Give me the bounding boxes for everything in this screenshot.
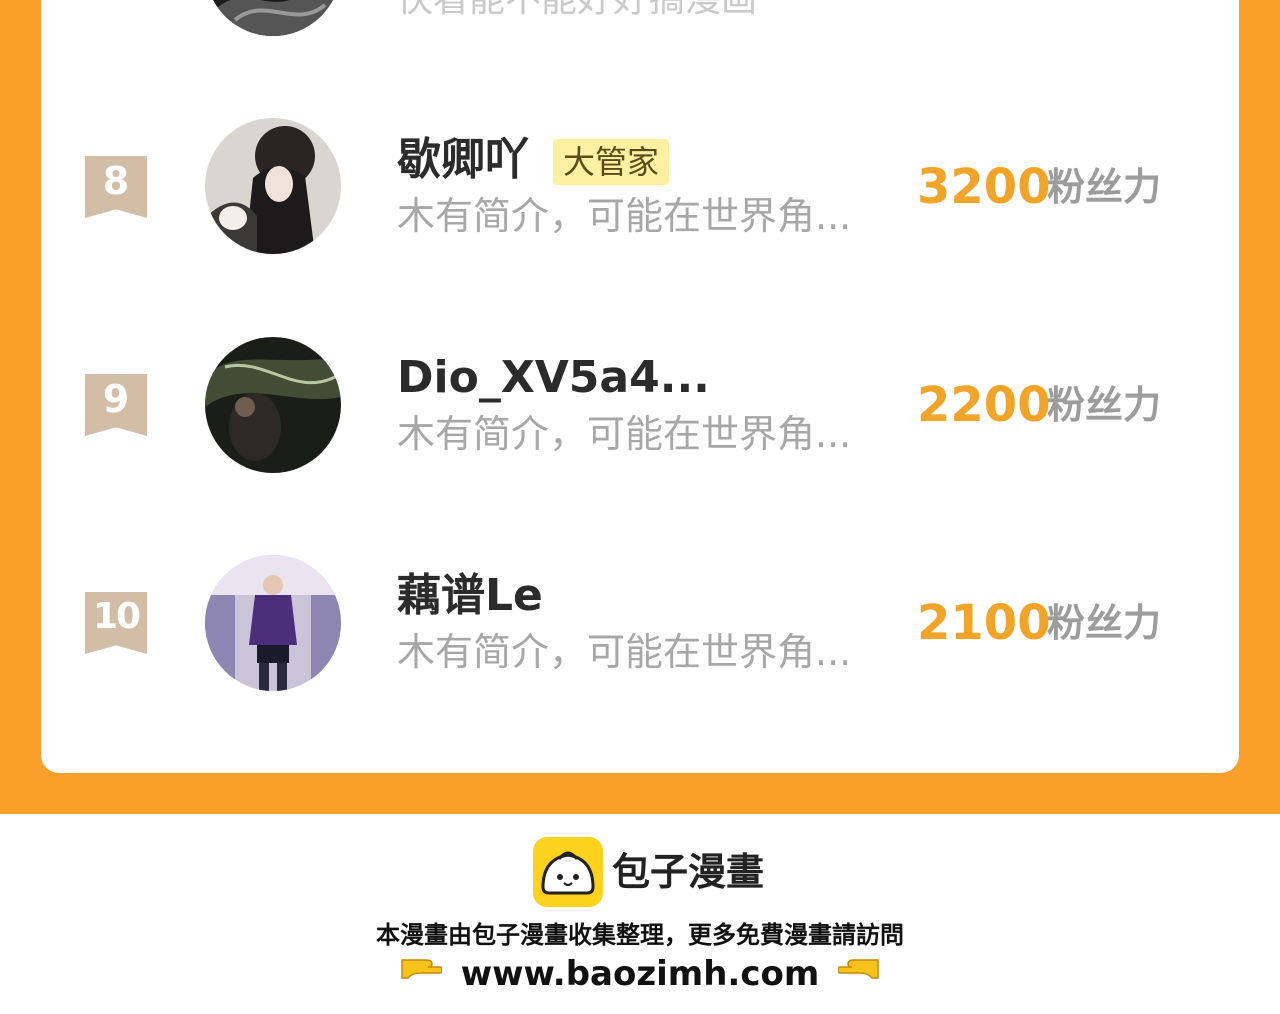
pointing-right-hand-icon	[400, 950, 443, 998]
user-desc: 木有简介，可能在世界角...	[397, 194, 852, 238]
avatar[interactable]	[205, 555, 341, 691]
footer-brand: 包子漫畫	[612, 850, 765, 894]
fan-score-unit: 粉丝力	[1047, 383, 1162, 427]
user-name[interactable]: Dio_XV5a4...	[397, 352, 710, 404]
rank-ribbon: 8	[85, 156, 147, 218]
user-desc: 木有简介，可能在世界角...	[397, 630, 852, 674]
fan-score: 2100	[917, 595, 1051, 651]
fan-score: 2200	[917, 377, 1051, 433]
role-badge: 大管家	[553, 139, 670, 185]
fan-score-unit: 粉丝力	[1047, 165, 1162, 209]
fan-score: 3200	[917, 159, 1051, 215]
footer-url-row: www.baozimh.com	[0, 950, 1280, 996]
footer-note: 本漫畫由包子漫畫收集整理，更多免費漫畫請訪問	[376, 921, 904, 949]
avatar[interactable]	[205, 118, 341, 254]
avatar[interactable]	[205, 337, 341, 473]
user-name[interactable]: 藕谱Le	[397, 570, 543, 622]
rank-ribbon: 9	[85, 374, 147, 436]
fan-score-unit: 粉丝力	[1047, 601, 1162, 645]
user-name[interactable]: 歇卿吖	[397, 134, 529, 186]
user-desc: 木有简介，可能在世界角...	[397, 412, 852, 456]
previous-row-desc: 快看能不能好好搞漫画	[397, 0, 757, 22]
footer-url-link[interactable]: www.baozimh.com	[461, 954, 820, 994]
pointing-left-hand-icon	[837, 950, 880, 998]
bun-logo-icon	[533, 837, 603, 907]
rank-ribbon: 10	[85, 592, 147, 654]
